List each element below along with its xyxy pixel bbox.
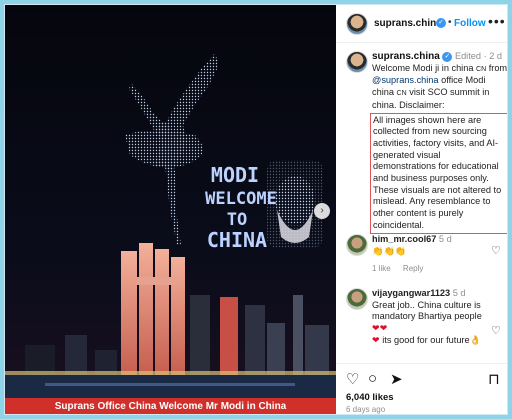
like-comment-heart-icon[interactable]: ♡ (491, 244, 501, 257)
likes-count[interactable]: 6,040 likes (346, 392, 394, 403)
post-actions: ♡ ○ ➤ ⊓ 6,040 likes 6 days ago (336, 363, 507, 414)
comment-time: 5 d (452, 288, 466, 298)
disclaimer-text: All images shown here are collected from… (373, 114, 502, 230)
caption-username[interactable]: suprans.china (372, 51, 440, 62)
next-image-button[interactable]: › (314, 203, 330, 219)
comment-icon[interactable]: ○ (368, 370, 377, 387)
comment-text: its good for our future (382, 334, 470, 345)
avatar[interactable] (346, 288, 368, 310)
comment-likes[interactable]: 1 like (372, 264, 391, 273)
post-date: 6 days ago (346, 405, 386, 414)
reply-button[interactable]: Reply (403, 264, 423, 273)
avatar[interactable] (346, 13, 368, 35)
verified-badge-icon: ✓ (436, 18, 446, 28)
post-dialog: MODI WELCOME TO CHINA › Suprans Office C… (4, 4, 508, 415)
drone-text-china: CHINA (207, 228, 267, 252)
separator-dot: • (448, 17, 452, 28)
avatar[interactable] (346, 234, 368, 256)
china-flag-icon: CN (396, 90, 407, 98)
drone-text-to: TO (227, 210, 247, 230)
comment-time: 5 d (438, 234, 452, 244)
mention-link[interactable]: @suprans.china (372, 75, 439, 85)
follow-button[interactable]: Follow (454, 18, 486, 29)
caption-office: office (441, 75, 463, 86)
comment-username[interactable]: vijaygangwar1123 (372, 288, 450, 298)
ok-hand-emoji-icon: 👌 (469, 334, 482, 345)
caption-from: from (488, 62, 508, 73)
red-heart-icon: ❤❤ (372, 323, 388, 334)
comment-text: Great job.. China culture is mandatory B… (372, 299, 482, 322)
red-heart-icon: ❤ (372, 334, 380, 345)
header-username[interactable]: suprans.china (374, 18, 442, 29)
comment-text: 👏👏👏 (372, 245, 407, 256)
china-flag-icon: CN (476, 65, 487, 73)
more-options-icon[interactable]: ••• (488, 13, 506, 29)
caption-line: Welcome Modi ji in china (372, 62, 474, 73)
drone-text-welcome: WELCOME (205, 189, 277, 209)
like-comment-heart-icon[interactable]: ♡ (491, 324, 501, 337)
like-heart-icon[interactable]: ♡ (346, 370, 359, 388)
drone-text-modi: MODI (211, 163, 259, 187)
caption-text: suprans.china ✓ Edited · 2 d Welcome Mod… (370, 51, 508, 234)
disclaimer-box: All images shown here are collected from… (370, 112, 507, 234)
post-time: 2 d (489, 51, 502, 61)
post-image[interactable]: MODI WELCOME TO CHINA › Suprans Office C… (5, 5, 336, 414)
image-caption-banner: Suprans Office China Welcome Mr Modi in … (5, 398, 336, 414)
drone-show-image: MODI WELCOME TO CHINA (5, 5, 336, 414)
verified-badge-icon: ✓ (442, 51, 453, 62)
post-sidebar: suprans.china ✓ • Follow ••• suprans.chi… (336, 5, 508, 414)
save-bookmark-icon[interactable]: ⊓ (488, 370, 500, 388)
edited-label: Edited (454, 51, 481, 61)
disclaimer-label: Disclaimer: (399, 99, 445, 110)
avatar[interactable] (346, 51, 368, 73)
share-icon[interactable]: ➤ (390, 370, 403, 388)
comment-username[interactable]: him_mr.cool67 (372, 234, 436, 244)
post-header: suprans.china ✓ • Follow ••• (336, 5, 507, 43)
